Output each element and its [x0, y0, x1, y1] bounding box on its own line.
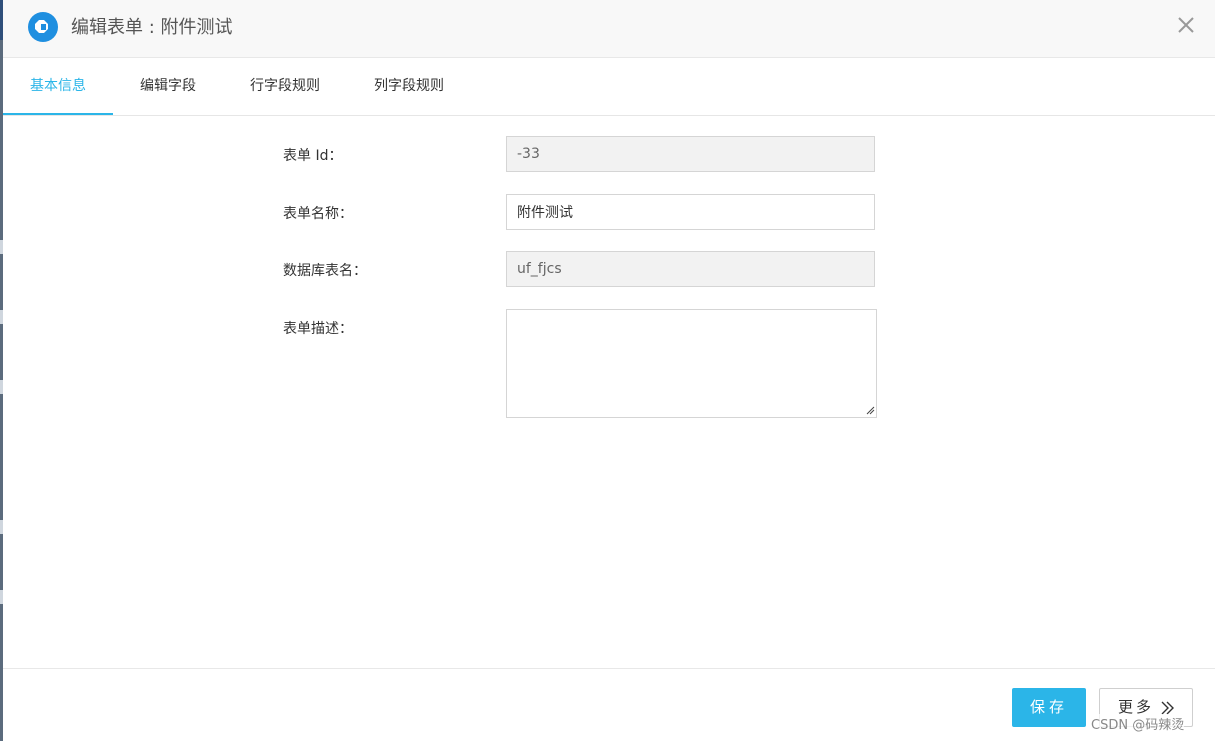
- edit-form-dialog: 编辑表单 : 附件测试 基本信息 编辑字段 行字段规则 列字段规则 表单 Id：…: [3, 0, 1215, 741]
- dialog-header: 编辑表单 : 附件测试: [3, 0, 1215, 58]
- close-icon[interactable]: [1175, 14, 1197, 36]
- tab-row-field-rules[interactable]: 行字段规则: [223, 58, 347, 114]
- tab-bar: 基本信息 编辑字段 行字段规则 列字段规则: [3, 58, 1215, 116]
- app-logo-icon: [28, 12, 58, 42]
- description-textarea[interactable]: [506, 309, 877, 418]
- form-name-label: 表单名称：: [283, 206, 353, 222]
- form-name-field[interactable]: [506, 194, 875, 230]
- description-label: 表单描述：: [283, 321, 353, 337]
- form-id-field[interactable]: [506, 136, 875, 172]
- dialog-title: 编辑表单 : 附件测试: [71, 17, 233, 38]
- watermark-text: CSDN @码辣烫: [1091, 714, 1185, 733]
- form-id-label: 表单 Id：: [283, 148, 343, 164]
- table-name-field[interactable]: [506, 251, 875, 287]
- tab-edit-fields[interactable]: 编辑字段: [113, 58, 223, 114]
- tab-column-field-rules[interactable]: 列字段规则: [347, 58, 471, 114]
- tab-basic-info[interactable]: 基本信息: [3, 58, 113, 115]
- table-name-label: 数据库表名：: [283, 263, 367, 279]
- resize-handle-icon[interactable]: [865, 405, 875, 415]
- save-button[interactable]: 保存: [1012, 688, 1086, 727]
